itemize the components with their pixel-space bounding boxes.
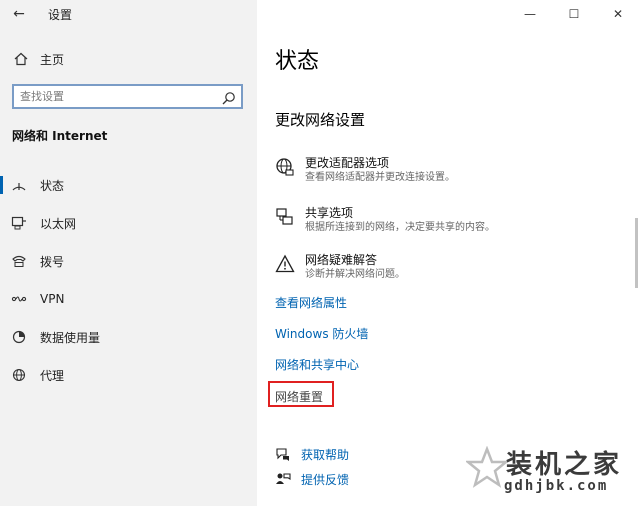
section-title: 更改网络设置	[275, 111, 366, 129]
sidebar-item-ethernet[interactable]: 以太网	[0, 204, 257, 242]
sidebar-item-vpn[interactable]: VPN	[0, 280, 257, 318]
dialup-icon	[11, 254, 27, 268]
option-name: 共享选项	[305, 206, 354, 220]
sidebar-section-title: 网络和 Internet	[12, 129, 108, 143]
watermark: 装机之家 gdhjbk.com	[466, 442, 636, 502]
network-reset-link[interactable]: 网络重置	[275, 388, 323, 405]
star-logo-icon	[466, 446, 508, 488]
search-icon[interactable]	[222, 90, 236, 105]
proxy-icon	[11, 368, 27, 382]
ethernet-icon	[11, 216, 27, 230]
sidebar-item-label: 数据使用量	[40, 330, 101, 345]
option-name: 更改适配器选项	[305, 156, 390, 170]
view-network-properties-link[interactable]: 查看网络属性	[275, 294, 347, 311]
minimize-button[interactable]: —	[508, 0, 552, 28]
option-name: 网络疑难解答	[305, 253, 378, 267]
feedback-label: 提供反馈	[301, 473, 350, 487]
search-box[interactable]	[12, 84, 243, 109]
sidebar-item-label: 状态	[40, 178, 65, 193]
help-label: 获取帮助	[301, 448, 350, 462]
adapter-options[interactable]: 更改适配器选项 查看网络适配器并更改连接设置。	[275, 156, 455, 185]
sidebar-item-label: 拨号	[40, 254, 65, 269]
sidebar-item-proxy[interactable]: 代理	[0, 356, 257, 394]
window-controls: — ☐ ✕	[508, 0, 640, 28]
maximize-button[interactable]: ☐	[552, 0, 596, 28]
sidebar-nav: 状态 以太网 拨号 VPN 数据使用量 代理	[0, 166, 257, 394]
main-content: — ☐ ✕ 状态 更改网络设置 更改适配器选项 查看网络适配器并更改连接设置。 …	[257, 0, 640, 506]
watermark-url: gdhjbk.com	[504, 478, 609, 494]
sidebar-item-label: 代理	[40, 368, 65, 383]
home-icon	[13, 52, 29, 66]
watermark-text: 装机之家	[506, 450, 623, 480]
network-troubleshooter[interactable]: 网络疑难解答 诊断并解决网络问题。	[275, 253, 405, 282]
sidebar: ← 设置 主页 网络和 Internet 状态 以太网	[0, 0, 257, 506]
get-help[interactable]: 获取帮助	[275, 446, 349, 463]
data-usage-icon	[11, 330, 27, 344]
scrollbar[interactable]	[635, 218, 638, 288]
warning-icon	[275, 254, 295, 274]
title-bar: ← 设置	[0, 0, 257, 28]
option-desc: 根据所连接到的网络，决定要共享的内容。	[305, 222, 495, 233]
window-title: 设置	[48, 8, 73, 22]
back-button[interactable]: ←	[8, 4, 30, 24]
sidebar-item-dialup[interactable]: 拨号	[0, 242, 257, 280]
help-chat-icon	[275, 447, 291, 463]
sidebar-item-label: VPN	[40, 292, 65, 306]
give-feedback[interactable]: 提供反馈	[275, 471, 349, 488]
windows-firewall-link[interactable]: Windows 防火墙	[275, 325, 368, 342]
sidebar-item-label: 以太网	[40, 216, 77, 231]
sidebar-item-home[interactable]: 主页	[0, 46, 257, 72]
home-label: 主页	[40, 52, 65, 67]
page-title: 状态	[275, 49, 320, 74]
sharing-options[interactable]: 共享选项 根据所连接到的网络，决定要共享的内容。	[275, 206, 495, 235]
feedback-icon	[275, 472, 291, 488]
option-desc: 诊断并解决网络问题。	[305, 269, 405, 280]
network-sharing-center-link[interactable]: 网络和共享中心	[275, 356, 359, 373]
vpn-icon	[11, 292, 27, 306]
globe-icon	[275, 157, 295, 177]
sidebar-item-data-usage[interactable]: 数据使用量	[0, 318, 257, 356]
sharing-icon	[275, 207, 295, 227]
search-input[interactable]	[14, 90, 214, 103]
close-button[interactable]: ✕	[596, 0, 640, 28]
option-desc: 查看网络适配器并更改连接设置。	[305, 172, 455, 183]
status-icon	[11, 178, 27, 192]
sidebar-item-status[interactable]: 状态	[0, 166, 257, 204]
